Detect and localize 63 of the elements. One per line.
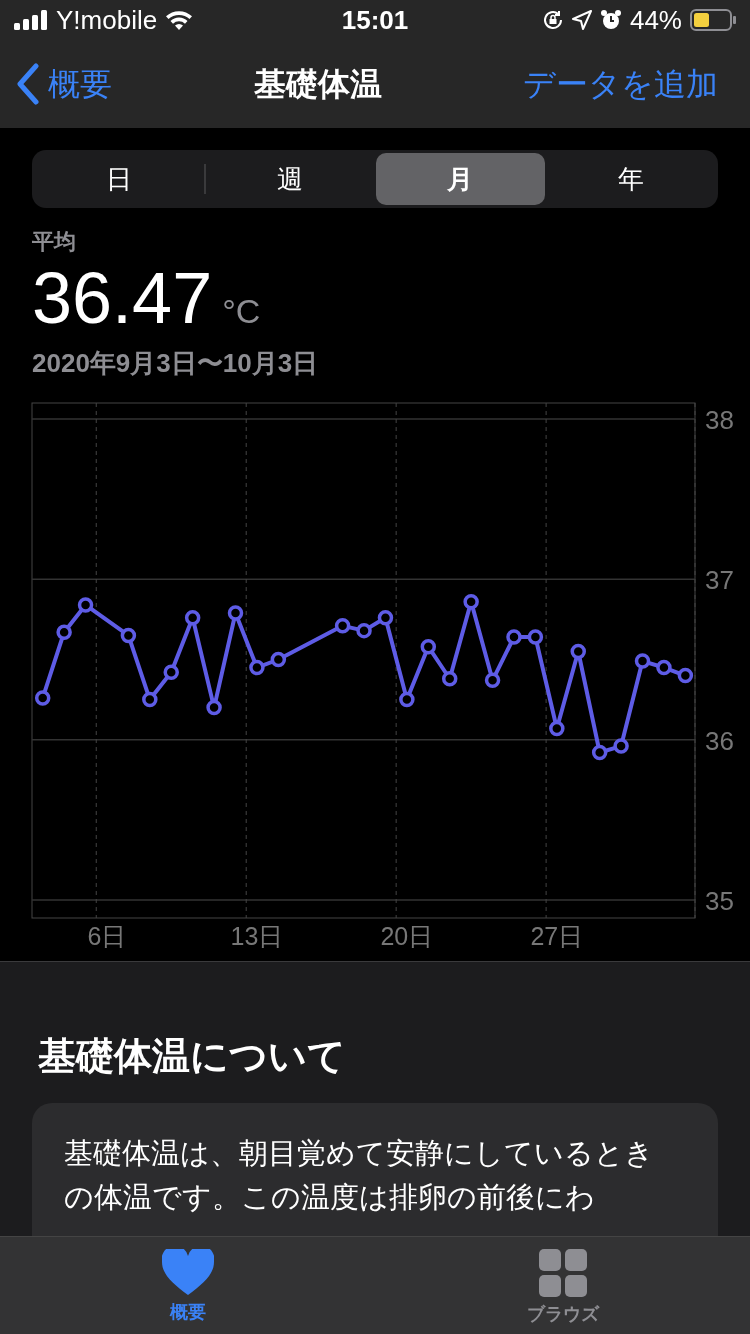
date-range: 2020年9月3日〜10月3日	[32, 347, 320, 380]
average-value: 36.47	[32, 262, 213, 334]
alarm-clock-icon	[599, 9, 622, 31]
battery-icon	[690, 9, 736, 31]
data-point	[334, 618, 351, 634]
data-point	[56, 624, 72, 640]
x-axis-label: 6日	[87, 922, 127, 950]
average-label: 平均	[32, 228, 77, 256]
data-point	[377, 610, 394, 626]
data-point	[591, 744, 608, 761]
chevron-left-icon	[16, 63, 40, 105]
tab-bar-item[interactable]: ブラウズ	[375, 1237, 750, 1334]
signal-icon	[14, 10, 48, 30]
y-axis-label: 37	[705, 565, 734, 596]
segment-tab[interactable]: 年	[546, 153, 715, 205]
section-heading: 基礎体温について	[37, 1034, 347, 1079]
page-title: 基礎体温	[253, 65, 382, 104]
data-point	[399, 691, 415, 708]
description-text: 基礎体温は、朝目覚めて安静にしているときの体温です。この温度は排卵の前後にわ	[64, 1136, 655, 1215]
data-point	[656, 659, 672, 676]
x-axis-label: 20日	[380, 922, 434, 950]
data-point	[120, 627, 137, 644]
battery-percent: 44%	[629, 3, 682, 37]
data-point	[206, 699, 222, 716]
heart-icon	[161, 1249, 214, 1295]
data-point	[634, 653, 651, 669]
data-point	[249, 659, 265, 676]
rotation-lock-icon	[541, 9, 564, 31]
data-point	[677, 667, 694, 684]
data-point	[549, 720, 565, 737]
data-point	[270, 651, 287, 668]
data-point	[613, 738, 629, 754]
data-point	[227, 605, 244, 621]
x-axis-label: 13日	[230, 922, 284, 950]
data-point	[184, 610, 201, 626]
data-point	[463, 594, 479, 610]
y-axis-label: 38	[705, 405, 734, 435]
data-point	[570, 643, 586, 660]
back-button[interactable]: 概要	[16, 60, 112, 108]
data-point	[420, 638, 437, 655]
unit-label: °C	[222, 294, 261, 332]
clock-time: 15:01	[341, 3, 409, 37]
x-axis-label: 27日	[530, 922, 584, 950]
data-point	[527, 629, 544, 645]
data-point	[356, 622, 372, 639]
segment-tab[interactable]: 月	[376, 153, 545, 205]
data-point	[506, 629, 522, 645]
y-axis-label: 35	[705, 886, 734, 916]
data-point	[34, 690, 51, 706]
grid-icon	[538, 1249, 587, 1297]
data-point	[142, 691, 158, 708]
data-point	[77, 597, 94, 613]
segment-tab[interactable]: 日	[35, 153, 204, 205]
data-point	[163, 664, 179, 681]
carrier-name: Y!mobile	[56, 3, 158, 37]
add-data-button[interactable]: データを追加	[523, 60, 734, 108]
tab-bar-item[interactable]: 概要	[0, 1237, 375, 1334]
data-point	[484, 672, 501, 689]
location-arrow-icon	[571, 10, 592, 30]
wifi-icon	[165, 10, 194, 30]
segment-tab[interactable]: 週	[205, 153, 374, 205]
y-axis-label: 36	[705, 725, 734, 756]
data-point	[441, 671, 458, 687]
